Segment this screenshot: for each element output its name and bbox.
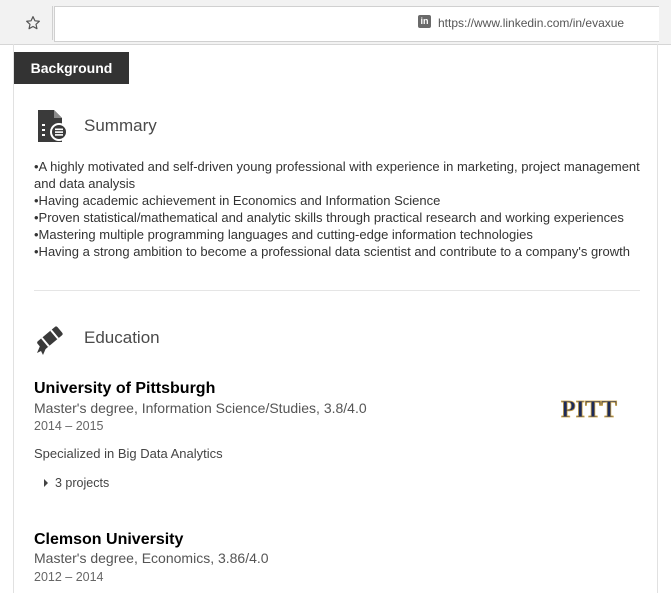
school-degree: Master's degree, Information Science/Stu… [34, 400, 367, 416]
pitt-logo-text: PITT [561, 397, 617, 423]
section-divider [34, 290, 640, 291]
bookmark-star-button[interactable] [14, 6, 53, 40]
education-header: Education [34, 320, 160, 356]
linkedin-icon: in [418, 15, 431, 28]
document-list-icon [38, 110, 68, 142]
summary-line: •Mastering multiple programming language… [34, 227, 533, 242]
diploma-icon [37, 326, 63, 355]
projects-label: 3 projects [55, 476, 110, 490]
page-frame-left [13, 44, 14, 593]
school-dates: 2012 – 2014 [34, 570, 104, 584]
star-icon [26, 16, 40, 30]
school-degree: Master's degree, Economics, 3.86/4.0 [34, 550, 269, 566]
summary-title: Summary [84, 116, 157, 135]
summary-header: Summary [34, 108, 157, 144]
summary-line: •A highly motivated and self-driven youn… [34, 159, 640, 191]
tab-background[interactable]: Background [14, 52, 129, 84]
summary-line: •Proven statistical/mathematical and ana… [34, 210, 624, 225]
school-name-pittsburgh[interactable]: University of Pittsburgh [34, 380, 215, 398]
education-title: Education [84, 328, 160, 347]
pitt-logo[interactable]: PITT [560, 392, 618, 426]
summary-line: •Having academic achievement in Economic… [34, 193, 441, 208]
summary-line: •Having a strong ambition to become a pr… [34, 244, 630, 259]
projects-toggle[interactable]: 3 projects [44, 476, 109, 490]
url-text[interactable]: https://www.linkedin.com/in/evaxue [438, 16, 624, 30]
school-name-clemson[interactable]: Clemson University [34, 531, 183, 549]
caret-right-icon [44, 479, 48, 487]
school-note: Specialized in Big Data Analytics [34, 446, 223, 461]
school-dates: 2014 – 2015 [34, 419, 104, 433]
browser-toolbar: in https://www.linkedin.com/in/evaxue [0, 0, 671, 45]
summary-body: •A highly motivated and self-driven youn… [34, 158, 646, 260]
page-frame-right [657, 44, 658, 593]
